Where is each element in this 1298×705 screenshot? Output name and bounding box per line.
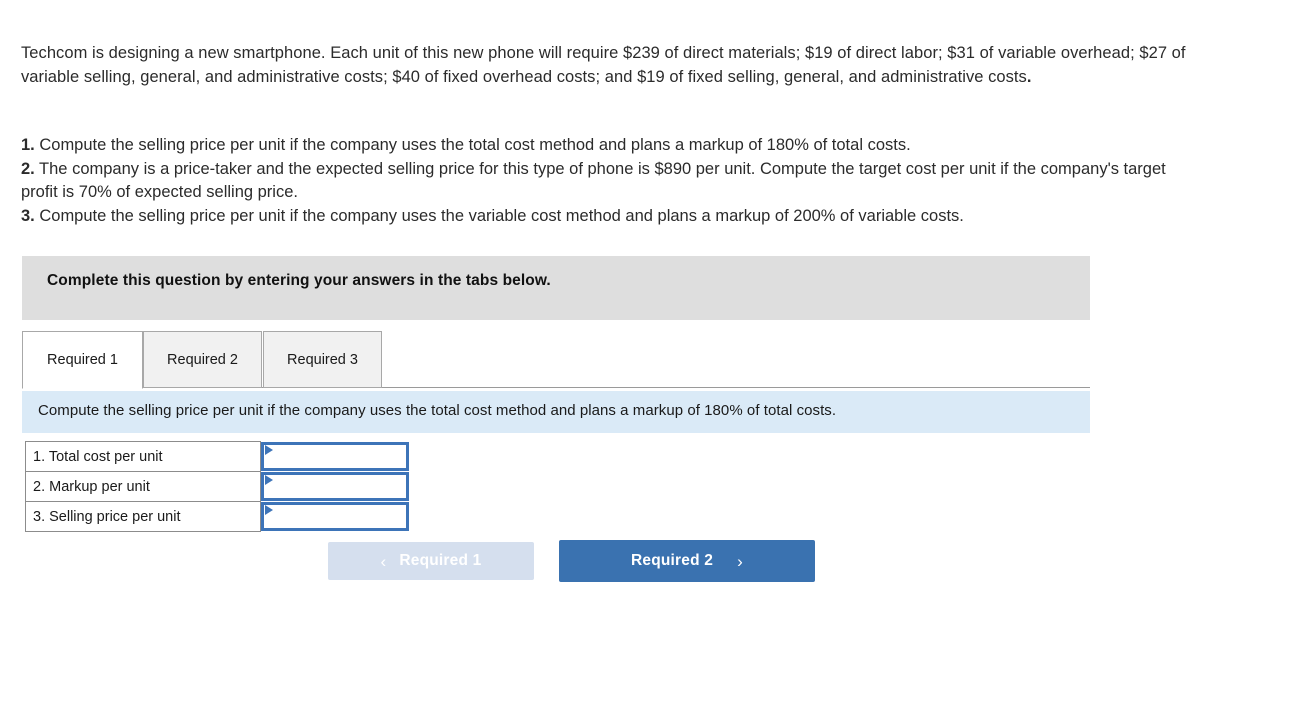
tab-required-2-label: Required 2 [167,351,238,368]
tab-required-2[interactable]: Required 2 [143,331,262,388]
instruction-banner: Complete this question by entering your … [22,256,1090,320]
answer-cell-2 [260,471,410,502]
requirement-item-3: 3. Compute the selling price per unit if… [21,205,1206,229]
tab-required-1-label: Required 1 [47,352,118,368]
answer-row-label-3: 3. Selling price per unit [25,501,261,532]
requirement-number-2: 2. [21,159,35,178]
next-required-button[interactable]: Required 2 › [559,540,815,582]
markup-per-unit-input[interactable] [261,471,409,501]
tab-bar: Required 1 Required 2 Required 3 [22,331,1090,389]
answer-cell-1 [260,441,410,472]
table-row: 3. Selling price per unit [25,501,410,532]
next-required-button-label: Required 2 [631,552,714,569]
problem-intro-period: . [1026,68,1032,86]
answer-cell-3 [260,501,410,532]
sub-instruction-bar: Compute the selling price per unit if th… [22,391,1090,433]
chevron-right-icon: › [737,551,743,571]
table-row: 2. Markup per unit [25,471,410,502]
answer-row-label-2: 2. Markup per unit [25,471,261,502]
instruction-banner-text: Complete this question by entering your … [47,272,551,289]
answer-table: 1. Total cost per unit 2. Markup per uni… [25,441,410,532]
requirement-item-2: 2. The company is a price-taker and the … [21,158,1206,205]
previous-required-button-label: Required 1 [399,552,482,569]
requirement-text-2: The company is a price-taker and the exp… [21,159,1166,202]
chevron-left-icon: ‹ [380,551,387,571]
requirement-number-1: 1. [21,136,35,154]
selling-price-per-unit-input[interactable] [261,501,409,531]
tab-required-3[interactable]: Required 3 [263,331,382,388]
requirement-number-3: 3. [21,206,35,225]
requirements-list: 1. Compute the selling price per unit if… [21,134,1206,228]
total-cost-per-unit-input[interactable] [261,441,409,471]
problem-intro-text: Techcom is designing a new smartphone. E… [21,44,1186,86]
tab-required-1[interactable]: Required 1 [22,331,143,389]
requirement-text-1: Compute the selling price per unit if th… [34,136,911,154]
problem-statement: Techcom is designing a new smartphone. E… [21,41,1186,89]
requirement-item-1: 1. Compute the selling price per unit if… [21,134,1206,158]
question-page: Techcom is designing a new smartphone. E… [0,0,1298,705]
previous-required-button[interactable]: ‹ Required 1 [328,542,534,580]
tab-required-3-label: Required 3 [287,351,358,368]
table-row: 1. Total cost per unit [25,441,410,472]
sub-instruction-text: Compute the selling price per unit if th… [38,402,837,419]
answer-row-label-1: 1. Total cost per unit [25,441,261,472]
requirement-text-3: Compute the selling price per unit if th… [34,206,964,225]
